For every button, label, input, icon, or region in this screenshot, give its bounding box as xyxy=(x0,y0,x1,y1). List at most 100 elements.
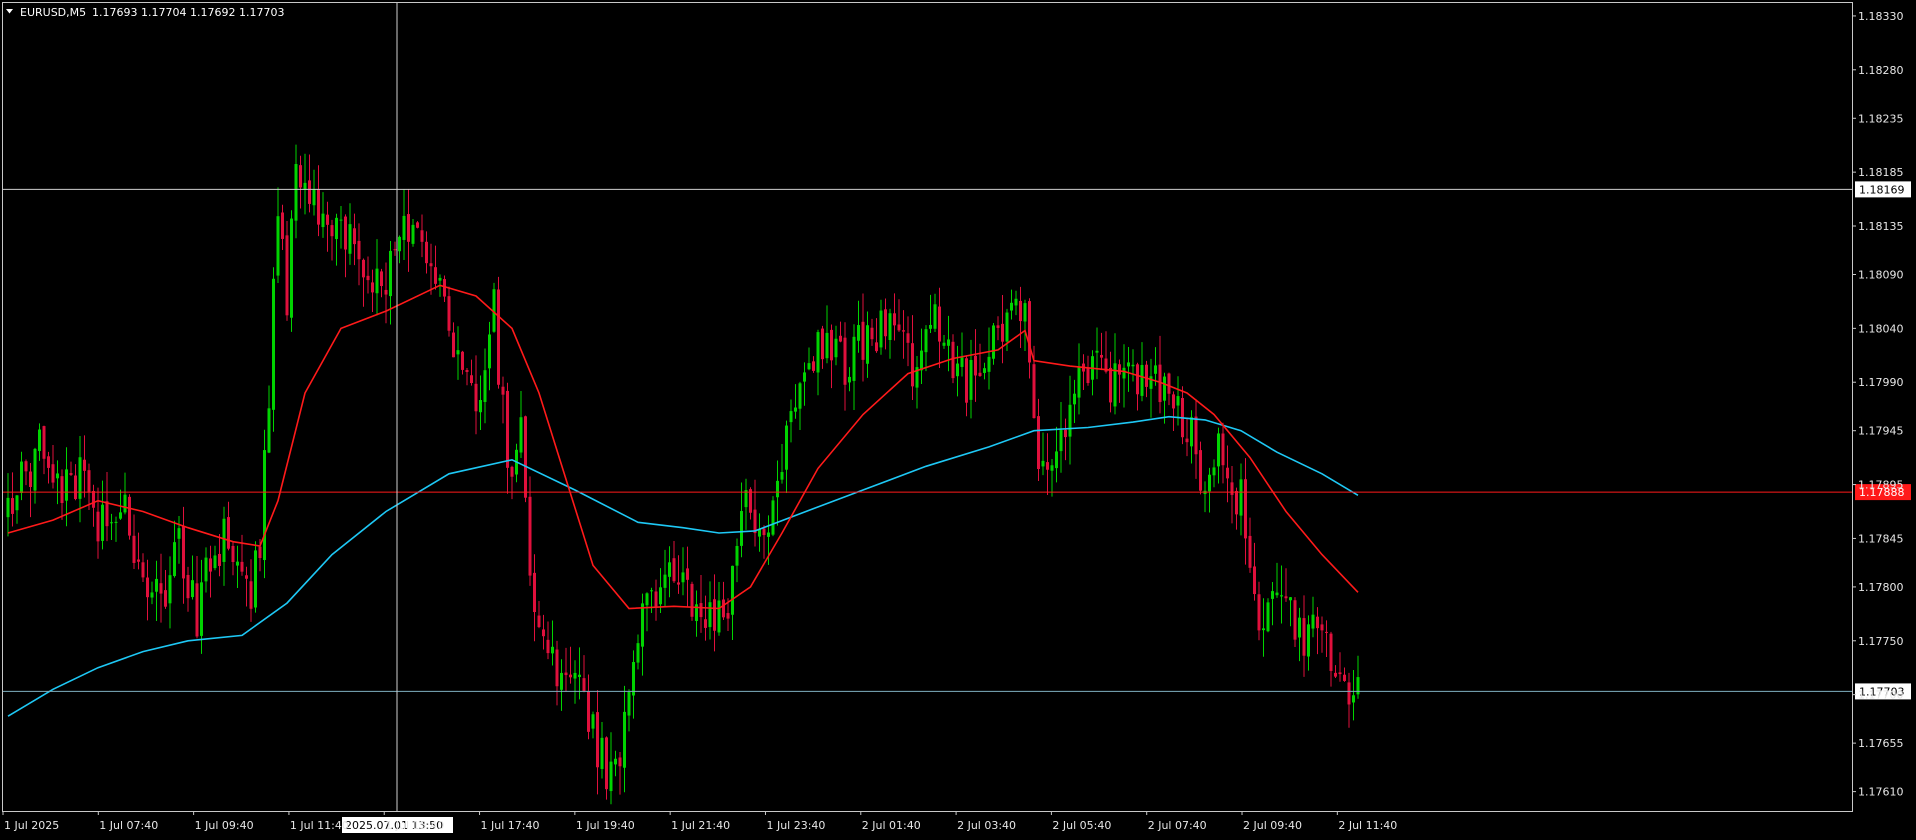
candle xyxy=(272,267,275,432)
candle-body xyxy=(699,603,703,618)
candle-body xyxy=(24,461,28,472)
candle-body xyxy=(812,361,815,371)
time-tick-label: 1 Jul 23:40 xyxy=(766,819,825,832)
candle-body xyxy=(407,214,410,242)
candle-body xyxy=(461,351,464,370)
candle-body xyxy=(920,350,923,371)
candle xyxy=(690,581,694,621)
chart-background xyxy=(0,0,1916,840)
candle-body xyxy=(528,496,532,576)
candle-body xyxy=(519,417,523,453)
price-tick-label: 1.18280 xyxy=(1858,64,1904,77)
candle-body xyxy=(1325,631,1328,633)
candle-body xyxy=(308,180,311,204)
candle-body xyxy=(956,363,959,377)
candle-body xyxy=(344,216,347,250)
candle-body xyxy=(1230,482,1234,495)
candle-body xyxy=(947,339,950,346)
candle-body xyxy=(87,470,91,493)
price-tick-label: 1.17945 xyxy=(1858,425,1904,438)
candle-body xyxy=(1239,479,1243,516)
candle-body xyxy=(767,532,770,537)
candle-body xyxy=(636,643,640,663)
candle-body xyxy=(897,324,901,331)
candle xyxy=(771,496,775,537)
time-tick-label: 1 Jul 19:40 xyxy=(576,819,635,832)
price-tick-label: 1.18135 xyxy=(1858,220,1904,233)
candle-body xyxy=(924,329,928,353)
candle-body xyxy=(69,473,73,475)
candle-body xyxy=(816,332,820,373)
candle-body xyxy=(1293,600,1297,640)
time-tick-label: 1 Jul 17:40 xyxy=(481,819,540,832)
candle-body xyxy=(303,182,307,190)
candle-body xyxy=(245,575,248,579)
candle-body xyxy=(803,372,806,382)
candle-body xyxy=(1244,479,1247,539)
candle-body xyxy=(465,369,469,373)
candle-body xyxy=(861,321,865,360)
candle-body xyxy=(1028,301,1031,363)
price-tick-label: 1.17895 xyxy=(1858,479,1904,492)
candle-body xyxy=(974,355,977,376)
candle-body xyxy=(317,189,320,225)
candle-body xyxy=(1154,365,1157,374)
candle-body xyxy=(51,464,55,483)
candle-body xyxy=(623,711,626,768)
candle-body xyxy=(348,224,352,254)
candle xyxy=(1293,597,1297,648)
candle-body xyxy=(627,692,631,716)
candle-body xyxy=(546,639,550,654)
candle-body xyxy=(533,572,536,613)
candle-body xyxy=(141,562,145,578)
time-tick-label: 1 Jul 11:40 xyxy=(290,819,349,832)
candle-body xyxy=(1118,364,1121,375)
candle-body xyxy=(1005,312,1009,342)
candle-body xyxy=(1001,323,1004,342)
candle-body xyxy=(38,429,41,452)
candle-body xyxy=(834,338,838,358)
candle-body xyxy=(1275,592,1279,596)
candle-body xyxy=(1266,602,1270,632)
candle-body xyxy=(1077,366,1081,398)
candle-body xyxy=(1329,633,1333,671)
candle-body xyxy=(272,278,275,410)
candle-body xyxy=(789,411,793,423)
candle-body xyxy=(123,494,127,513)
price-chart[interactable]: 1.178881.17703 2025.07.01 13:501.18169 1… xyxy=(0,0,1916,840)
candle-body xyxy=(1032,364,1036,419)
candle-body xyxy=(650,590,653,592)
symbol-label: EURUSD,M5 xyxy=(20,6,86,19)
candle-body xyxy=(902,330,905,332)
candle-body xyxy=(326,214,329,225)
price-tick-label: 1.17990 xyxy=(1858,376,1904,389)
candle-body xyxy=(726,613,730,619)
candle-body xyxy=(663,574,667,588)
candle-body xyxy=(1010,302,1013,311)
candle-body xyxy=(213,555,217,569)
candle-body xyxy=(173,542,176,577)
candle-body xyxy=(290,218,293,318)
candle-body xyxy=(56,473,59,479)
candle-body xyxy=(600,737,604,769)
candle-body xyxy=(312,189,316,206)
candle-body xyxy=(47,456,50,468)
candle-body xyxy=(254,550,257,608)
price-tick-label: 1.18040 xyxy=(1858,322,1904,335)
candle-body xyxy=(1185,438,1189,443)
candle-body xyxy=(195,583,199,637)
candle-body xyxy=(654,591,658,608)
candle-body xyxy=(182,526,185,579)
candle-body xyxy=(425,241,428,264)
candle-body xyxy=(893,313,896,326)
candle xyxy=(492,282,496,333)
candle-body xyxy=(263,450,266,561)
candle-body xyxy=(780,472,784,480)
candle-body xyxy=(128,496,131,536)
candle-body xyxy=(218,553,221,566)
candle-body xyxy=(1235,490,1238,515)
candle-body xyxy=(1316,616,1319,629)
candle-body xyxy=(992,325,995,359)
candle-body xyxy=(1086,367,1090,384)
candle-body xyxy=(942,342,946,346)
